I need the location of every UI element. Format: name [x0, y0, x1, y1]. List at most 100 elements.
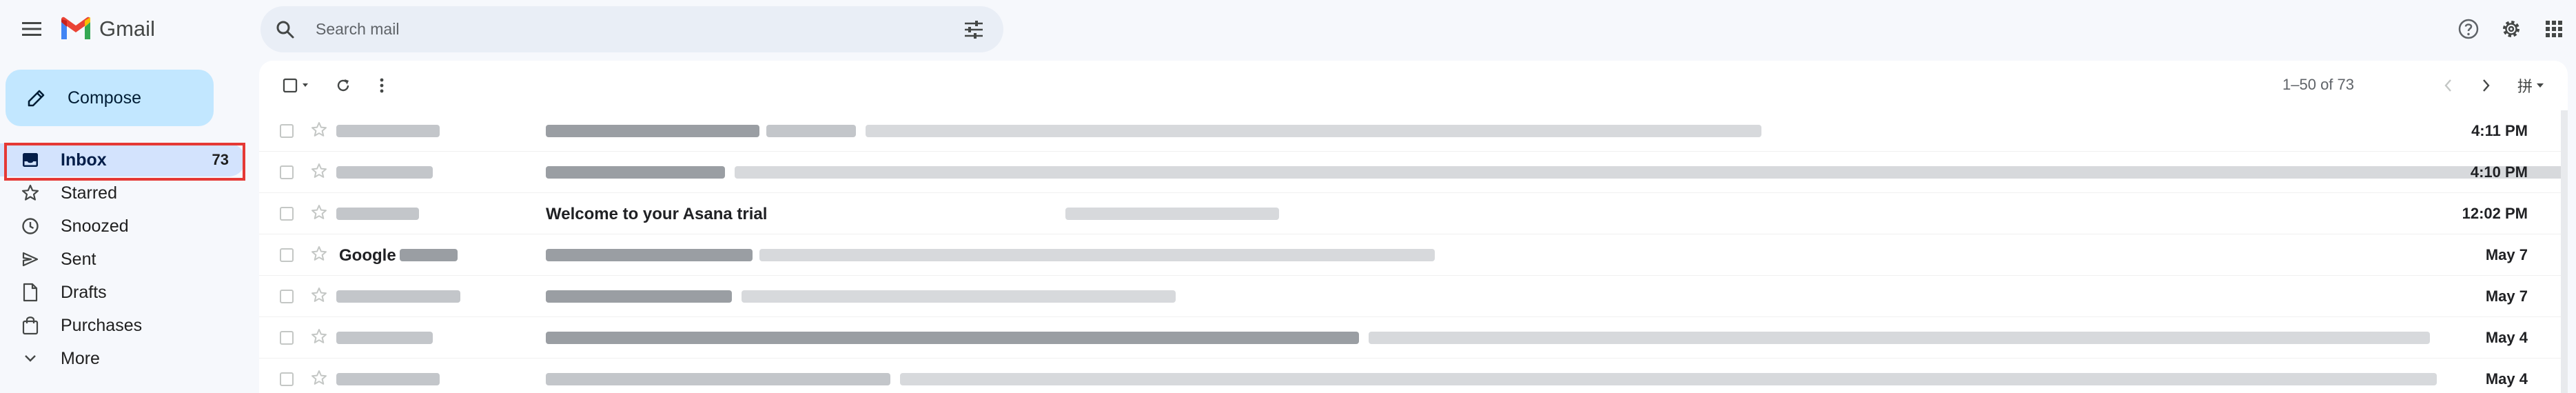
- sidebar-item-label: Starred: [61, 183, 117, 203]
- compose-button[interactable]: Compose: [6, 70, 214, 126]
- sidebar-item-label: More: [61, 348, 100, 368]
- compose-label: Compose: [68, 88, 141, 108]
- star-icon[interactable]: [310, 245, 328, 263]
- search-icon[interactable]: [276, 20, 295, 39]
- email-row[interactable]: 4:10 PM: [259, 152, 2568, 193]
- sidebar-item-snoozed[interactable]: Snoozed: [0, 210, 245, 243]
- sidebar-item-inbox[interactable]: Inbox 73: [0, 143, 245, 177]
- star-icon[interactable]: [310, 328, 328, 345]
- refresh-button[interactable]: [328, 70, 358, 101]
- blurred-snippet: [866, 125, 1761, 137]
- sidebar-item-label: Drafts: [61, 282, 107, 302]
- main-menu-button[interactable]: [15, 12, 48, 46]
- draft-icon: [21, 283, 40, 302]
- email-row[interactable]: 4:11 PM: [259, 110, 2568, 152]
- blurred-subject: [546, 249, 753, 261]
- row-checkbox[interactable]: [280, 165, 294, 179]
- sidebar-item-label: Purchases: [61, 315, 143, 335]
- star-icon[interactable]: [310, 203, 328, 221]
- support-button[interactable]: [2452, 12, 2485, 46]
- star-icon: [21, 183, 40, 203]
- app-name: Gmail: [99, 17, 155, 41]
- gmail-logo[interactable]: Gmail: [59, 12, 155, 46]
- search-options-icon[interactable]: [963, 20, 984, 39]
- email-list: 4:11 PM 4:10 PM Welcome to your Asana tr…: [259, 110, 2568, 393]
- email-date: May 4: [2485, 370, 2528, 387]
- unread-count: 73: [212, 151, 229, 168]
- blurred-sender: [336, 125, 440, 137]
- apps-grid-icon: [2546, 21, 2562, 37]
- help-icon: [2458, 19, 2479, 39]
- older-page-button[interactable]: [2471, 70, 2502, 101]
- blurred-snippet: [900, 373, 2437, 385]
- email-row[interactable]: Google May 7: [259, 234, 2568, 276]
- more-actions-button[interactable]: [367, 70, 397, 101]
- row-checkbox[interactable]: [280, 372, 294, 386]
- input-tool-label: 拼: [2517, 78, 2533, 95]
- blurred-snippet: [759, 249, 1435, 261]
- blurred-sender: [336, 332, 433, 344]
- email-date: 4:10 PM: [2470, 163, 2528, 181]
- email-row[interactable]: May 4: [259, 317, 2568, 359]
- chevron-right-icon: [2483, 79, 2490, 92]
- row-checkbox[interactable]: [280, 290, 294, 303]
- sidebar-item-drafts[interactable]: Drafts: [0, 276, 245, 309]
- send-icon: [21, 250, 40, 269]
- list-toolbar: 1–50 of 73 拼: [259, 61, 2568, 110]
- star-icon[interactable]: [310, 121, 328, 139]
- refresh-icon: [337, 79, 349, 92]
- blurred-subject: [546, 332, 1359, 344]
- sidebar-item-label: Inbox: [61, 150, 107, 170]
- blurred-subject: [546, 290, 732, 303]
- email-sender: Google: [339, 246, 396, 265]
- star-icon[interactable]: [310, 369, 328, 387]
- pencil-icon: [28, 90, 45, 107]
- inbox-icon: [21, 150, 40, 170]
- blurred-snippet: [742, 290, 1176, 303]
- row-checkbox[interactable]: [280, 124, 294, 138]
- chevron-left-icon: [2444, 79, 2451, 92]
- email-date: 4:11 PM: [2471, 122, 2528, 139]
- email-row[interactable]: Welcome to your Asana trial 12:02 PM: [259, 193, 2568, 234]
- blurred-subject: [546, 125, 759, 137]
- clock-icon: [21, 216, 40, 236]
- sidebar-item-label: Snoozed: [61, 216, 129, 236]
- newer-page-button[interactable]: [2433, 70, 2463, 101]
- row-checkbox[interactable]: [280, 207, 294, 221]
- sidebar-item-purchases[interactable]: Purchases: [0, 309, 245, 342]
- email-row[interactable]: May 4: [259, 359, 2568, 393]
- sidebar-nav: Inbox 73 Starred Snoozed Sent Drafts Pur…: [0, 143, 248, 375]
- email-row[interactable]: May 7: [259, 276, 2568, 317]
- scrollbar[interactable]: [2561, 110, 2568, 393]
- checkbox-icon: [283, 78, 308, 93]
- hamburger-icon: [22, 22, 41, 36]
- star-icon[interactable]: [310, 162, 328, 180]
- pagination-label: 1–50 of 73: [2282, 76, 2354, 93]
- star-icon[interactable]: [310, 286, 328, 304]
- sidebar-item-starred[interactable]: Starred: [0, 177, 245, 210]
- email-date: May 7: [2485, 246, 2528, 263]
- more-vert-icon: [380, 78, 384, 93]
- blurred-subject: [546, 373, 890, 385]
- select-all-checkbox[interactable]: [277, 70, 318, 101]
- search-bar[interactable]: [260, 6, 1003, 52]
- blurred-sender: [336, 166, 433, 179]
- input-tools-button[interactable]: 拼: [2510, 70, 2551, 101]
- sidebar-item-sent[interactable]: Sent: [0, 243, 245, 276]
- apps-button[interactable]: [2537, 12, 2570, 46]
- search-input[interactable]: [316, 16, 922, 43]
- row-checkbox[interactable]: [280, 331, 294, 345]
- top-bar: Gmail: [0, 0, 2576, 56]
- gmail-m-icon: [61, 17, 90, 39]
- blurred-subject: [766, 125, 856, 137]
- blurred-snippet: [1369, 332, 2430, 344]
- blurred-sender: [336, 373, 440, 385]
- blurred-sender: [400, 249, 458, 261]
- sidebar-item-more[interactable]: More: [0, 342, 245, 375]
- row-checkbox[interactable]: [280, 248, 294, 262]
- blurred-sender: [336, 290, 460, 303]
- shopping-bag-icon: [21, 316, 40, 335]
- settings-button[interactable]: [2495, 12, 2528, 46]
- blurred-snippet: [735, 166, 2568, 179]
- email-date: May 4: [2485, 329, 2528, 346]
